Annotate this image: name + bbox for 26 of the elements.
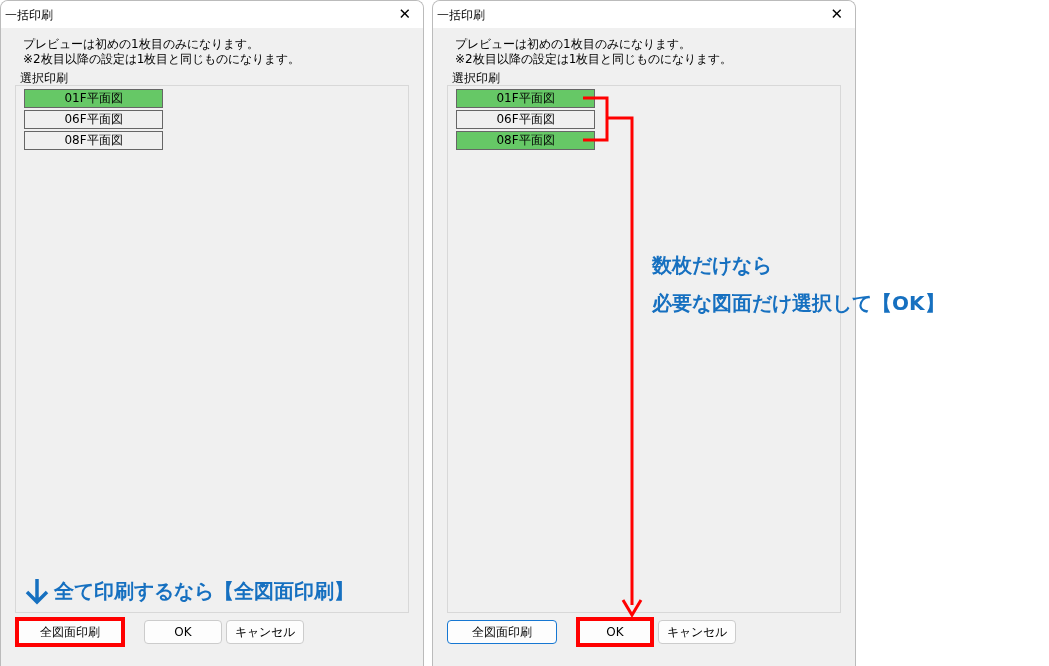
drawing-item[interactable]: 08F平面図 — [456, 131, 595, 150]
down-arrow-icon — [24, 577, 50, 605]
drawing-item[interactable]: 01F平面図 — [456, 89, 595, 108]
note-text: プレビューは初めの1枚目のみになります。 — [454, 37, 692, 52]
drawing-item[interactable]: 06F平面図 — [24, 110, 163, 129]
drawing-item[interactable]: 01F平面図 — [24, 89, 163, 108]
note-text: ※2枚目以降の設定は1枚目と同じものになります。 — [22, 52, 302, 67]
close-button[interactable]: ✕ — [828, 7, 845, 22]
window-title: 一括印刷 — [5, 6, 53, 24]
annotation-text: 必要な図面だけ選択して【OK】 — [652, 290, 945, 317]
note-text: ※2枚目以降の設定は1枚目と同じものになります。 — [454, 52, 734, 67]
window-title: 一括印刷 — [437, 6, 485, 24]
dialog-button[interactable]: 全図面印刷 — [15, 617, 125, 647]
group-label: 選択印刷 — [19, 71, 69, 85]
dialog-button[interactable]: キャンセル — [658, 620, 736, 644]
drawing-item[interactable]: 06F平面図 — [456, 110, 595, 129]
dialog-button[interactable]: OK — [144, 620, 222, 644]
dialog-button[interactable]: OK — [576, 617, 654, 647]
group-label: 選択印刷 — [451, 71, 501, 85]
callout-text: 全て印刷するなら【全図面印刷】 — [54, 578, 354, 605]
note-text: プレビューは初めの1枚目のみになります。 — [22, 37, 260, 52]
dialog-button[interactable]: 全図面印刷 — [447, 620, 557, 644]
drawing-item[interactable]: 08F平面図 — [24, 131, 163, 150]
dialog-button[interactable]: キャンセル — [226, 620, 304, 644]
annotation-text: 数枚だけなら — [652, 252, 773, 279]
close-button[interactable]: ✕ — [396, 7, 413, 22]
